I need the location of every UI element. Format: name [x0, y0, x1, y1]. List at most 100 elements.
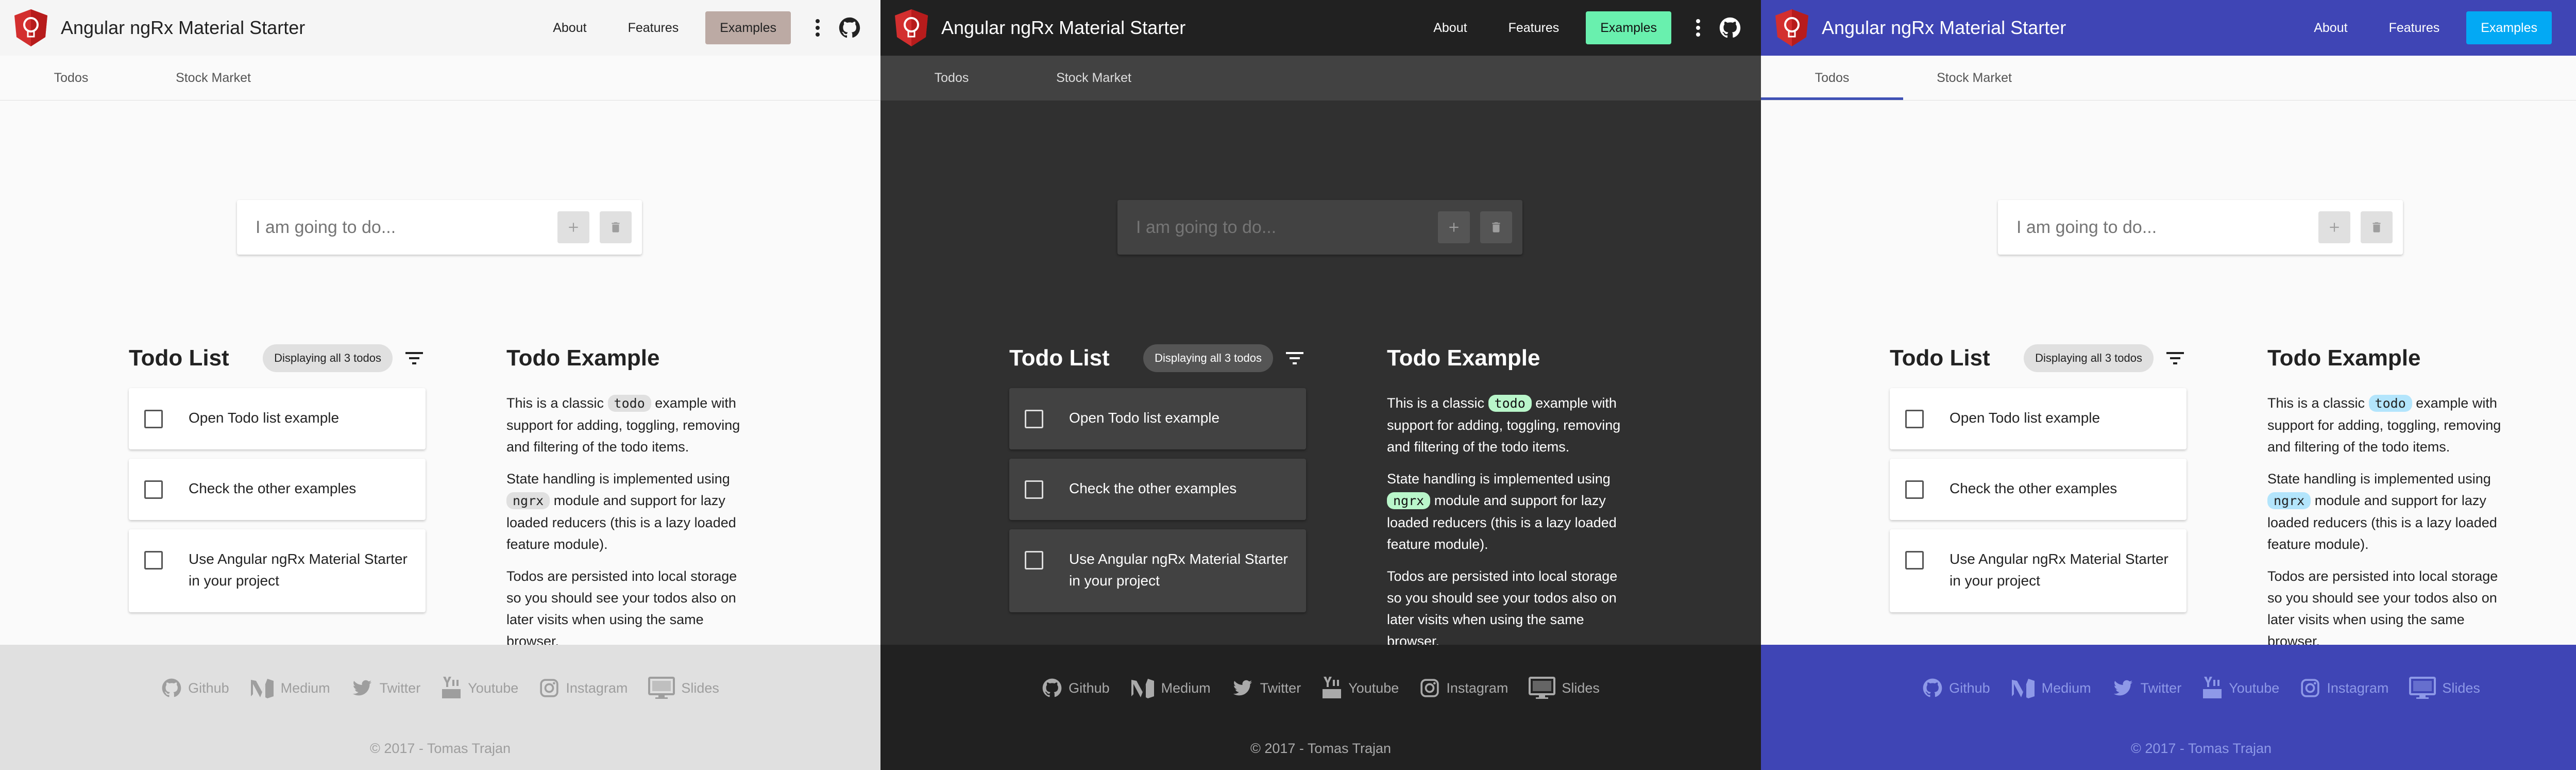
footer: Github Medium Twitter Youtube Instagram — [880, 645, 1761, 770]
footer: Github Medium Twitter Youtube Instagram — [1761, 645, 2576, 770]
footer-link-github[interactable]: Github — [1042, 676, 1110, 700]
social-links: Github Medium Twitter Youtube Instagram — [880, 676, 1761, 700]
new-todo-input[interactable] — [1136, 217, 1428, 238]
footer-link-label: Slides — [681, 680, 719, 696]
footer-link-instagram[interactable]: Instagram — [2300, 676, 2388, 700]
info-text: State handling is implemented using — [2267, 471, 2491, 487]
info-title: Todo Example — [2267, 345, 2421, 371]
more-vert-icon[interactable] — [807, 11, 828, 44]
footer-link-github[interactable]: Github — [161, 676, 229, 700]
delete-icon[interactable] — [1480, 211, 1512, 243]
tab-stock-market[interactable]: Stock Market — [142, 56, 284, 100]
logo-bulb-icon[interactable] — [10, 7, 52, 48]
nav-examples[interactable]: Examples — [705, 11, 791, 44]
todo-label: Check the other examples — [189, 480, 357, 496]
footer-link-twitter[interactable]: Twitter — [2112, 676, 2181, 700]
todo-checkbox[interactable] — [1025, 551, 1043, 570]
more-vert-icon[interactable] — [1688, 11, 1708, 44]
nav-examples[interactable]: Examples — [1586, 11, 1671, 44]
footer-link-medium[interactable]: Medium — [2011, 676, 2091, 700]
footer-link-slides[interactable]: Slides — [2409, 676, 2480, 700]
footer-link-twitter[interactable]: Twitter — [351, 676, 420, 700]
nav-features[interactable]: Features — [614, 11, 693, 44]
tab-todos[interactable]: Todos — [880, 56, 1023, 101]
more-vert-icon[interactable] — [2568, 11, 2576, 44]
footer-link-slides[interactable]: Slides — [1529, 676, 1600, 700]
footer-link-youtube[interactable]: Youtube — [2202, 676, 2279, 700]
nav-about[interactable]: About — [538, 11, 601, 44]
main-content: Todo List Displaying all 3 todos Open To… — [880, 101, 1761, 649]
nav-features[interactable]: Features — [2375, 11, 2454, 44]
footer-link-medium[interactable]: Medium — [1130, 676, 1211, 700]
todo-item[interactable]: Use Angular ngRx Material Starter in you… — [1009, 529, 1306, 612]
brand-title[interactable]: Angular ngRx Material Starter — [1822, 17, 2287, 39]
nav-about[interactable]: About — [2299, 11, 2362, 44]
filter-icon[interactable] — [2164, 347, 2187, 370]
todo-checkbox[interactable] — [1905, 410, 1924, 428]
github-icon[interactable] — [837, 15, 862, 40]
nav-features[interactable]: Features — [1494, 11, 1574, 44]
footer-link-medium[interactable]: Medium — [250, 676, 330, 700]
todo-item[interactable]: Open Todo list example — [1009, 388, 1306, 449]
app-panel-dark-theme: Angular ngRx Material Starter About Feat… — [880, 0, 1761, 770]
todo-item[interactable]: Check the other examples — [1009, 459, 1306, 520]
todo-item[interactable]: Use Angular ngRx Material Starter in you… — [129, 529, 426, 612]
info-text: This is a classic — [506, 395, 608, 411]
main-content: Todo List Displaying all 3 todos Open To… — [1761, 101, 2576, 649]
todo-checkbox[interactable] — [1025, 480, 1043, 499]
nav-examples[interactable]: Examples — [2466, 11, 2552, 44]
footer-link-instagram[interactable]: Instagram — [1419, 676, 1508, 700]
root: Angular ngRx Material Starter About Feat… — [0, 0, 2576, 770]
info-paragraph-3: Todos are persisted into local storage s… — [2267, 568, 2498, 649]
tab-stock-market[interactable]: Stock Market — [1903, 56, 2045, 100]
todo-list-title: Todo List — [129, 345, 229, 371]
todo-checkbox[interactable] — [144, 551, 163, 570]
todo-item[interactable]: Open Todo list example — [129, 388, 426, 449]
add-todo-card — [1117, 200, 1522, 255]
todo-item[interactable]: Use Angular ngRx Material Starter in you… — [1890, 529, 2187, 612]
add-icon[interactable] — [557, 211, 589, 243]
nav-about[interactable]: About — [1419, 11, 1481, 44]
todo-item[interactable]: Check the other examples — [1890, 459, 2187, 520]
filter-icon[interactable] — [1283, 347, 1306, 370]
github-icon[interactable] — [1718, 15, 1742, 40]
new-todo-input[interactable] — [256, 217, 547, 238]
tab-todos[interactable]: Todos — [1761, 56, 1903, 100]
info-paragraph-2: State handling is implemented using ngrx… — [1387, 468, 1634, 555]
footer-link-youtube[interactable]: Youtube — [441, 676, 518, 700]
footer-link-github[interactable]: Github — [1922, 676, 1990, 700]
add-icon[interactable] — [1438, 211, 1470, 243]
todo-item[interactable]: Open Todo list example — [1890, 388, 2187, 449]
logo-bulb-icon[interactable] — [891, 7, 932, 48]
footer-link-twitter[interactable]: Twitter — [1231, 676, 1301, 700]
info-text: State handling is implemented using — [506, 471, 730, 487]
footer-link-youtube[interactable]: Youtube — [1321, 676, 1399, 700]
logo-bulb-icon[interactable] — [1771, 7, 1812, 48]
todo-checkbox[interactable] — [144, 480, 163, 499]
tab-stock-market[interactable]: Stock Market — [1023, 56, 1165, 101]
filter-chip: Displaying all 3 todos — [1143, 344, 1273, 372]
medium-icon — [1131, 679, 1154, 698]
social-links: Github Medium Twitter Youtube Instagram — [1761, 676, 2576, 700]
brand-title[interactable]: Angular ngRx Material Starter — [941, 17, 1406, 39]
new-todo-input[interactable] — [2016, 217, 2308, 238]
info-paragraph-3: Todos are persisted into local storage s… — [506, 568, 737, 649]
todo-checkbox[interactable] — [1905, 551, 1924, 570]
footer-link-slides[interactable]: Slides — [648, 676, 719, 700]
brand-title[interactable]: Angular ngRx Material Starter — [61, 17, 526, 39]
todo-checkbox[interactable] — [1905, 480, 1924, 499]
footer: Github Medium Twitter Youtube Instagram — [0, 645, 880, 770]
info-text: This is a classic — [2267, 395, 2369, 411]
todo-item[interactable]: Check the other examples — [129, 459, 426, 520]
todo-checkbox[interactable] — [1025, 410, 1043, 428]
medium-icon — [250, 679, 274, 698]
footer-link-instagram[interactable]: Instagram — [539, 676, 628, 700]
todo-checkbox[interactable] — [144, 410, 163, 428]
delete-icon[interactable] — [2361, 211, 2393, 243]
todo-example-info: Todo Example This is a classic todo exam… — [1387, 338, 1634, 652]
info-text: State handling is implemented using — [1387, 471, 1611, 487]
add-icon[interactable] — [2318, 211, 2350, 243]
tab-todos[interactable]: Todos — [0, 56, 142, 100]
filter-icon[interactable] — [403, 347, 426, 370]
delete-icon[interactable] — [600, 211, 632, 243]
